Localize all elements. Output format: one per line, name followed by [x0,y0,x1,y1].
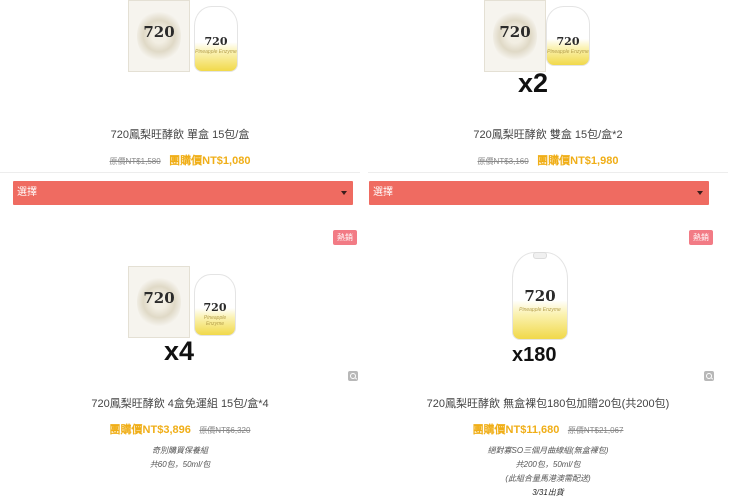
product-pouch-image: 720 Pineapple Enzyme [546,6,590,66]
product-box-image: 720 [128,0,190,72]
box-logo: 720 [499,23,531,41]
product-card: 720 720 Pineapple Enzyme x2 720鳳梨旺酵飲 雙盒 … [368,0,728,222]
box-logo: 720 [143,23,175,41]
product-pouch-image: 720 Pineapple Enzyme [194,6,238,72]
group-price: 團購價NT$11,680 [472,424,560,436]
product-name[interactable]: 720鳳梨旺酵飲 單盒 15包/盒 [0,126,360,142]
magnifier-icon[interactable] [348,371,358,381]
divider [368,172,728,173]
description-line: 奇別購買保養組 [152,446,208,455]
box-logo: 720 [143,289,175,307]
pouch-logo: 720 [524,287,556,305]
pouch-logo: 720 [556,35,580,48]
original-price: 原價NT$3,160 [477,157,529,166]
divider [0,172,360,173]
product-description: 絕對寡SO三個月曲線組(無盒裸包) 共200包，50ml/包 (此組合量馬港澳需… [368,444,728,500]
caret-down-icon [341,191,347,195]
product-card: 720 720 Pineapple Enzyme 720鳳梨旺酵飲 單盒 15包… [0,0,360,222]
quantity-multiplier: x4 [164,336,195,366]
product-name[interactable]: 720鳳梨旺酵飲 無盒裸包180包加贈20包(共200包) [368,395,728,411]
quantity-multiplier: x180 [512,344,557,366]
product-image[interactable]: 720 720 Pineapple Enzyme x4 [128,264,240,368]
pouch-logo: 720 [204,35,228,48]
option-select[interactable]: 選擇 [13,181,353,205]
option-select[interactable]: 選擇 [369,181,709,205]
description-line: 共200包，50ml/包 [515,460,581,469]
price-row: 原價NT$1,580 團購價NT$1,080 [0,151,360,169]
original-price: 原價NT$6,320 [199,426,251,435]
product-image[interactable]: 720 Pineapple Enzyme x180 [508,252,588,368]
product-box-image: 720 [484,0,546,72]
option-select-label: 選擇 [17,187,37,198]
group-price: 團購價NT$1,980 [537,155,619,167]
product-image[interactable]: 720 720 Pineapple Enzyme x2 [484,0,596,100]
product-box-image: 720 [128,266,190,338]
description-line: 絕對寡SO三個月曲線組(無盒裸包) [487,446,609,455]
pouch-script-text: Pineapple Enzyme [195,49,237,55]
product-pouch-image: 720 Pineapple Enzyme [194,274,236,336]
ship-date: 3/31出貨 [532,488,564,497]
description-line: 共60包，50ml/包 [149,460,211,469]
price-row: 團購價NT$11,680 原價NT$21,067 [368,420,728,438]
quantity-multiplier: x2 [518,68,549,98]
description-line: (此組合量馬港澳需配送) [505,474,591,483]
original-price: 原價NT$21,067 [567,426,624,435]
caret-down-icon [697,191,703,195]
pouch-logo: 720 [203,301,227,314]
pouch-script-text: Pineapple Enzyme [203,315,227,327]
price-row: 原價NT$3,160 團購價NT$1,980 [368,151,728,169]
hot-sale-badge: 熱銷 [689,230,713,245]
product-card: 熱銷 720 720 Pineapple Enzyme x4 720鳳梨旺酵飲 … [0,222,360,503]
product-image[interactable]: 720 720 Pineapple Enzyme [128,0,240,74]
group-price: 團購價NT$1,080 [169,155,251,167]
option-select-label: 選擇 [373,187,393,198]
original-price: 原價NT$1,580 [109,157,161,166]
hot-sale-badge: 熱銷 [333,230,357,245]
magnifier-icon[interactable] [704,371,714,381]
product-pouch-image: 720 Pineapple Enzyme [512,252,568,340]
group-price: 團購價NT$3,896 [109,424,191,436]
product-name[interactable]: 720鳳梨旺酵飲 雙盒 15包/盒*2 [368,126,728,142]
pouch-script-text: Pineapple Enzyme [547,49,589,55]
product-name[interactable]: 720鳳梨旺酵飲 4盒免運組 15包/盒*4 [0,395,360,411]
product-description: 奇別購買保養組 共60包，50ml/包 [0,444,360,472]
pouch-script-text: Pineapple Enzyme [519,307,561,313]
product-card: 熱銷 720 Pineapple Enzyme x180 720鳳梨旺酵飲 無盒… [368,222,728,503]
price-row: 團購價NT$3,896 原價NT$6,320 [0,420,360,438]
